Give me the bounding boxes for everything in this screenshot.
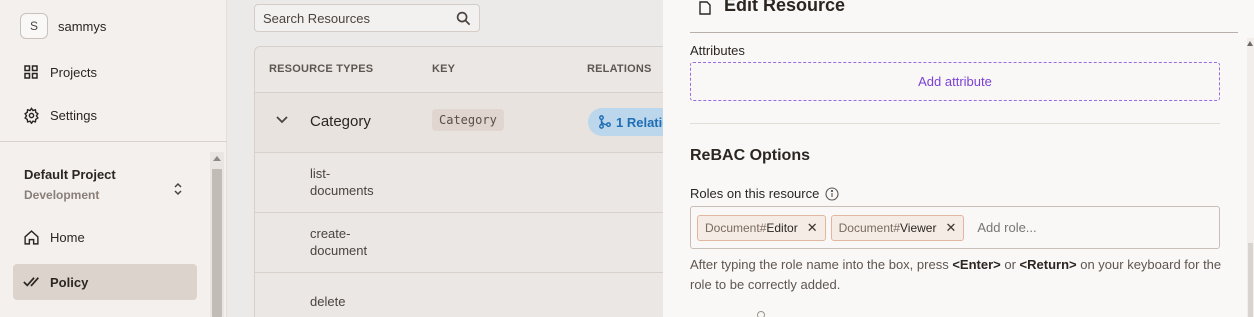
column-header-relations[interactable]: RELATIONS bbox=[587, 63, 652, 75]
table-row[interactable]: Category Category 1 Relations bbox=[255, 92, 673, 152]
scroll-up-arrow-icon[interactable] bbox=[1247, 41, 1253, 46]
relation-icon bbox=[599, 115, 611, 129]
resource-name: Category bbox=[310, 113, 371, 130]
help-text: or bbox=[1000, 257, 1020, 272]
attributes-label: Attributes bbox=[690, 43, 745, 58]
role-chip: Document# Viewer ✕ bbox=[830, 214, 965, 241]
drawer-title: Edit Resource bbox=[698, 0, 845, 16]
column-header-key[interactable]: KEY bbox=[432, 63, 455, 75]
sidebar-item-label: Home bbox=[50, 229, 85, 245]
search-input[interactable]: Search Resources bbox=[254, 4, 480, 32]
project-switcher[interactable]: Default Project Development bbox=[24, 167, 116, 202]
policy-check-icon bbox=[22, 273, 40, 291]
sidebar-scrollbar[interactable] bbox=[210, 152, 224, 317]
close-icon[interactable]: ✕ bbox=[807, 220, 818, 236]
roles-label-text: Roles on this resource bbox=[690, 186, 820, 201]
sidebar-item-home[interactable]: Home bbox=[13, 219, 197, 255]
divider bbox=[690, 123, 1220, 124]
action-name: list- documents bbox=[310, 166, 374, 198]
username: sammys bbox=[58, 18, 107, 34]
resources-table: RESOURCE TYPES KEY RELATIONS Category Ca… bbox=[254, 46, 674, 317]
column-header-resource-types[interactable]: RESOURCE TYPES bbox=[269, 63, 373, 75]
divider bbox=[0, 141, 227, 142]
add-role-input[interactable] bbox=[977, 220, 1178, 235]
info-icon[interactable] bbox=[825, 186, 839, 201]
add-attribute-button[interactable]: Add attribute bbox=[690, 62, 1220, 101]
home-icon bbox=[22, 228, 40, 246]
grid-icon bbox=[22, 63, 40, 81]
role-prefix: Document# bbox=[705, 220, 767, 235]
sidebar: S sammys Projects Settings Default Proje… bbox=[0, 0, 227, 317]
role-name: Viewer bbox=[900, 220, 937, 235]
sidebar-item-label: Settings bbox=[50, 107, 97, 123]
roles-help-text: After typing the role name into the box,… bbox=[690, 255, 1230, 294]
role-name: Editor bbox=[766, 220, 798, 235]
sidebar-item-settings[interactable]: Settings bbox=[13, 97, 197, 133]
roles-label: Roles on this resource bbox=[690, 186, 839, 201]
radio-icon[interactable] bbox=[757, 311, 765, 317]
sidebar-item-label: Projects bbox=[50, 64, 97, 80]
rebac-options-heading: ReBAC Options bbox=[690, 147, 810, 164]
action-name: delete bbox=[310, 294, 346, 309]
close-icon[interactable]: ✕ bbox=[945, 220, 956, 236]
role-chip: Document# Editor ✕ bbox=[697, 214, 826, 241]
sidebar-item-projects[interactable]: Projects bbox=[13, 54, 197, 90]
chevron-down-icon[interactable] bbox=[275, 112, 289, 124]
project-name: Default Project bbox=[24, 167, 116, 182]
return-key-label: <Return> bbox=[1019, 257, 1077, 272]
drawer-scrollbar[interactable] bbox=[1247, 38, 1254, 317]
main-content: Search Resources RESOURCE TYPES KEY RELA… bbox=[227, 0, 674, 317]
chevron-up-down-icon[interactable] bbox=[172, 180, 184, 198]
scrollbar-thumb[interactable] bbox=[212, 169, 222, 317]
edit-resource-drawer: Edit Resource Attributes Add attribute R… bbox=[663, 0, 1254, 317]
resource-key: Category bbox=[432, 109, 504, 131]
gear-icon bbox=[22, 106, 40, 124]
scrollbar-thumb[interactable] bbox=[1248, 243, 1253, 317]
drawer-title-text: Edit Resource bbox=[724, 0, 846, 15]
avatar: S bbox=[20, 13, 48, 39]
relations-badge[interactable]: 1 Relations bbox=[588, 108, 673, 136]
table-row[interactable]: delete bbox=[255, 272, 673, 317]
document-icon bbox=[698, 0, 712, 15]
sidebar-item-label: Policy bbox=[50, 274, 89, 290]
table-row[interactable]: list- documents bbox=[255, 152, 673, 212]
action-name: create- document bbox=[310, 226, 368, 258]
table-row[interactable]: create- document bbox=[255, 212, 673, 272]
role-prefix: Document# bbox=[838, 220, 901, 235]
user-menu[interactable]: S sammys bbox=[20, 13, 106, 39]
sidebar-item-policy[interactable]: Policy bbox=[13, 264, 197, 300]
search-placeholder: Search Resources bbox=[263, 10, 370, 26]
enter-key-label: <Enter> bbox=[952, 257, 1001, 272]
divider bbox=[690, 32, 1238, 33]
scroll-up-arrow-icon[interactable] bbox=[213, 156, 221, 161]
roles-input[interactable]: Document# Editor ✕ Document# Viewer ✕ bbox=[690, 206, 1220, 249]
project-environment: Development bbox=[24, 188, 100, 202]
search-icon[interactable] bbox=[456, 11, 471, 26]
help-text: After typing the role name into the box,… bbox=[690, 257, 953, 272]
